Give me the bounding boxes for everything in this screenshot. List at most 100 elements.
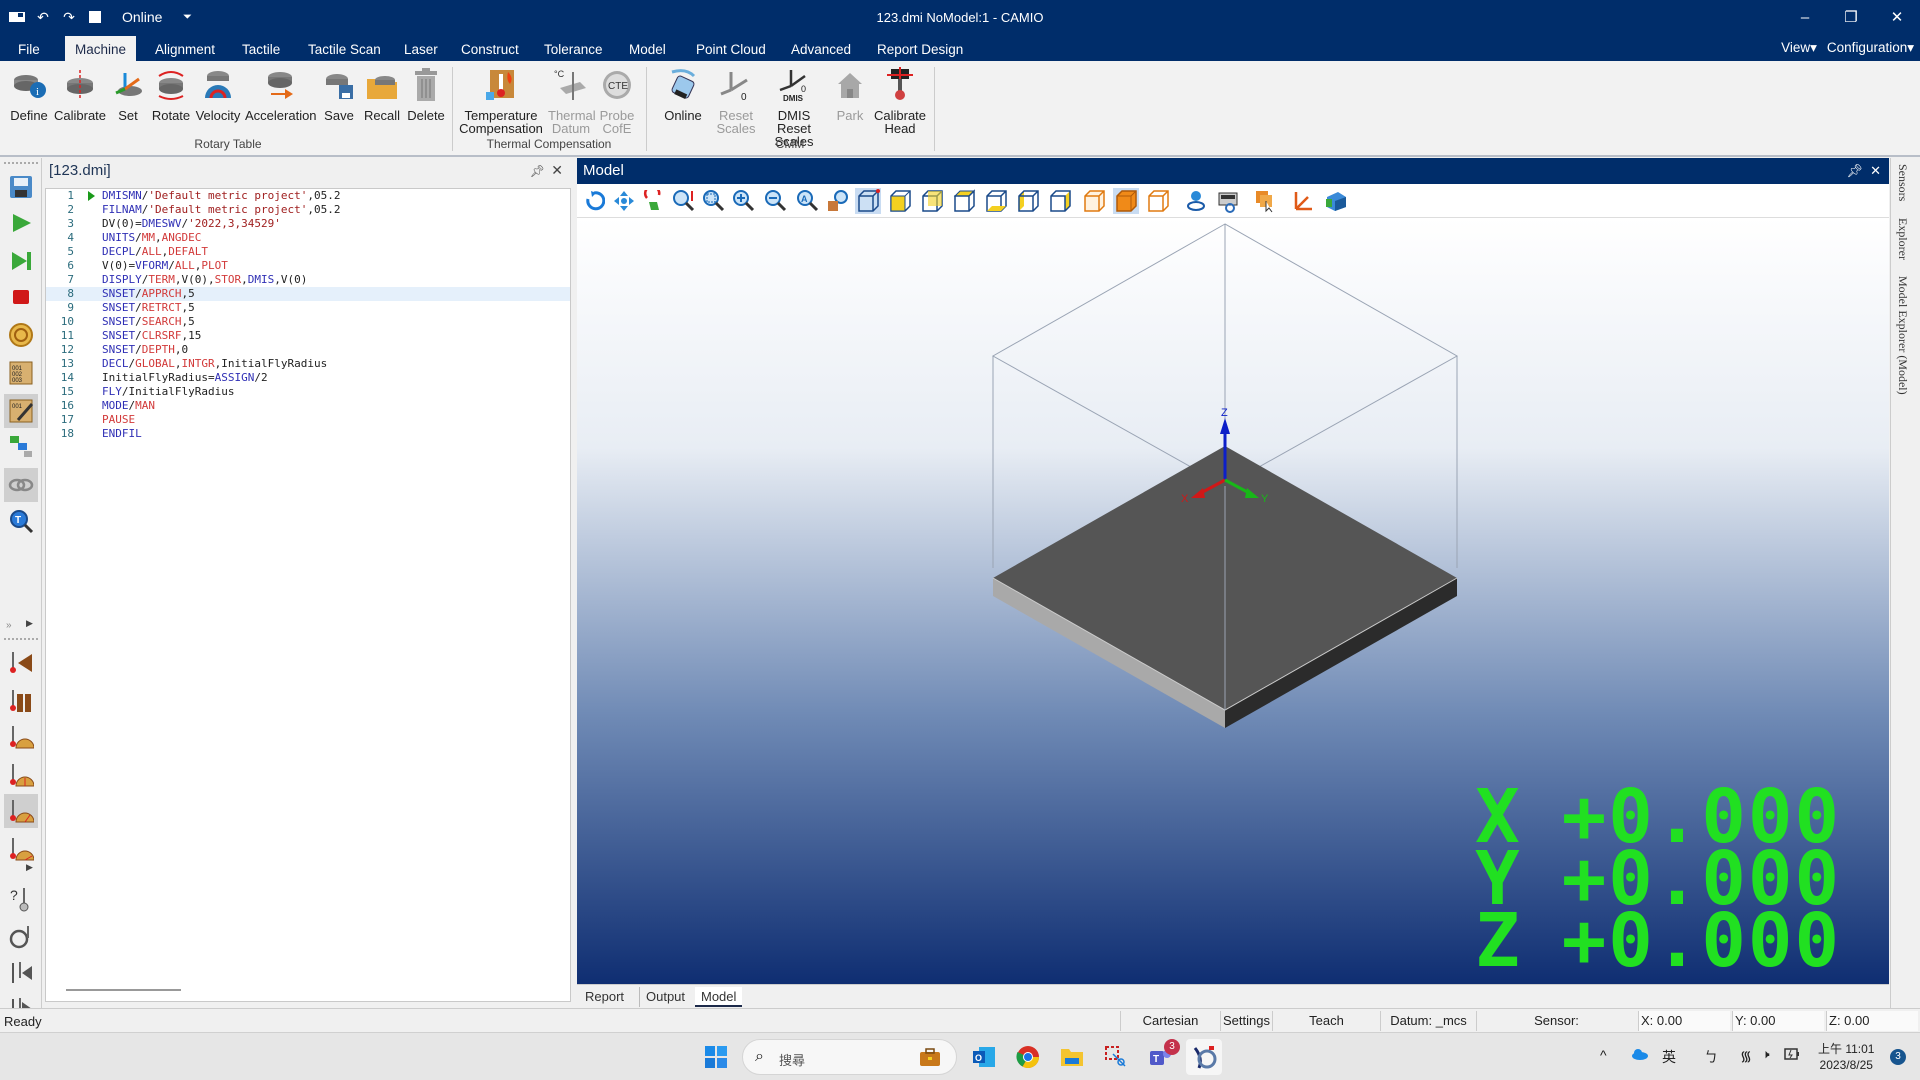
probe-step-back-button[interactable]	[4, 956, 38, 990]
code-line[interactable]: 16 MODE/MAN	[46, 399, 570, 413]
dock-tab-model-explorer[interactable]: Model Explorer (Model)	[1895, 276, 1910, 395]
measure-arc-button-4[interactable]	[4, 832, 38, 866]
run-button[interactable]	[4, 206, 38, 240]
view-back-button[interactable]	[919, 188, 945, 214]
minimize-button[interactable]: –	[1782, 0, 1828, 34]
start-button[interactable]	[698, 1039, 734, 1075]
pin-icon[interactable]: 📌︎	[530, 164, 545, 178]
code-line[interactable]: 9 SNSET/RETRCT,5	[46, 301, 570, 315]
zoom-in-button[interactable]	[731, 188, 757, 214]
snipping-tool-app[interactable]	[1098, 1039, 1134, 1075]
close-button[interactable]: ✕	[1874, 0, 1920, 34]
rotate-view-button[interactable]	[581, 188, 607, 214]
view-iso-button[interactable]	[855, 188, 881, 214]
ime-mode[interactable]: ㄅ	[1704, 1047, 1718, 1067]
park-button[interactable]: Park	[832, 67, 868, 122]
probe-search-button[interactable]: T	[4, 504, 38, 538]
probe-cofe-button[interactable]: CTE Probe CofE	[596, 67, 638, 135]
status-settings[interactable]: Settings	[1220, 1011, 1272, 1031]
dock-tab-explorer[interactable]: Explorer	[1895, 218, 1910, 260]
code-line[interactable]: 2 FILNAM/'Default metric project',05.2	[46, 203, 570, 217]
view-right-button[interactable]	[1047, 188, 1073, 214]
code-line[interactable]: 15 FLY/InitialFlyRadius	[46, 385, 570, 399]
hidden-line-button[interactable]	[1145, 188, 1171, 214]
tab-output[interactable]: Output	[639, 987, 691, 1007]
zoom-window-button[interactable]	[671, 188, 697, 214]
status-datum[interactable]: Datum: _mcs	[1380, 1011, 1476, 1031]
zoom-out-button[interactable]	[763, 188, 789, 214]
measure-arc-button-2[interactable]	[4, 758, 38, 792]
notification-badge[interactable]: 3	[1890, 1049, 1906, 1065]
tab-model-view[interactable]: Model	[695, 987, 743, 1007]
view-front-button[interactable]	[887, 188, 913, 214]
calibrate-button[interactable]: Calibrate	[52, 67, 108, 122]
delete-button[interactable]: Delete	[406, 67, 446, 122]
view-left-button[interactable]	[1015, 188, 1041, 214]
stop-button[interactable]	[4, 280, 38, 314]
toolbar-grip[interactable]	[4, 162, 38, 166]
pan-button[interactable]	[611, 188, 637, 214]
code-line[interactable]: 14 InitialFlyRadius=ASSIGN/2	[46, 371, 570, 385]
thermal-datum-button[interactable]: °C Thermal Datum	[548, 67, 596, 135]
volume-muted-icon[interactable]: 🕨︎	[1762, 1047, 1770, 1062]
zoom-fit-button[interactable]	[701, 188, 727, 214]
file-explorer-app[interactable]	[1054, 1039, 1090, 1075]
tab-tactile-scan[interactable]: Tactile Scan	[298, 36, 391, 61]
wifi-icon[interactable]: ᯾	[1740, 1047, 1752, 1066]
tab-advanced[interactable]: Advanced	[781, 36, 861, 61]
tab-machine[interactable]: Machine	[65, 36, 137, 61]
define-button[interactable]: i Define	[8, 67, 50, 122]
tab-report[interactable]: Report	[579, 987, 630, 1007]
step-button[interactable]	[4, 244, 38, 278]
code-line[interactable]: 6 V(0)=VFORM/ALL,PLOT	[46, 259, 570, 273]
battery-icon[interactable]	[1784, 1047, 1800, 1064]
measure-arc-button-3[interactable]	[4, 794, 38, 828]
code-line[interactable]: 3 DV(0)=DMESWV/'2022,3,34529'	[46, 217, 570, 231]
dmis-reset-scales-button[interactable]: 0 DMIS DMIS Reset Scales	[760, 67, 828, 148]
code-editor[interactable]: 1 DMISMN/'Default metric project',05.2 2 FI…	[45, 188, 571, 1002]
camio-app[interactable]	[1186, 1039, 1222, 1075]
selection-mode-button[interactable]	[1253, 188, 1279, 214]
calibrate-head-button[interactable]: Calibrate Head	[870, 67, 930, 135]
loop-button[interactable]	[4, 318, 38, 352]
zoom-to-selection-button[interactable]	[825, 188, 851, 214]
tab-laser[interactable]: Laser	[394, 36, 448, 61]
online-button[interactable]: Online	[658, 67, 708, 122]
recall-button[interactable]: Recall	[362, 67, 402, 122]
shaded-button[interactable]	[1113, 188, 1139, 214]
toolbar-grip[interactable]	[4, 638, 38, 642]
tab-alignment[interactable]: Alignment	[145, 36, 225, 61]
view-menu[interactable]: View▾	[1781, 36, 1817, 61]
ime-language[interactable]: 英	[1662, 1047, 1676, 1067]
configuration-menu[interactable]: Configuration▾	[1827, 36, 1914, 61]
close-icon[interactable]: ✕	[1870, 163, 1881, 178]
tab-tactile[interactable]: Tactile	[232, 36, 290, 61]
status-sensor[interactable]: Sensor:	[1476, 1011, 1636, 1031]
rotate-button[interactable]: Rotate	[150, 67, 192, 122]
view-top-button[interactable]	[951, 188, 977, 214]
rotate-hand-button[interactable]	[641, 188, 667, 214]
tab-report-design[interactable]: Report Design	[867, 36, 973, 61]
outlook-app[interactable]: O	[966, 1039, 1002, 1075]
code-line[interactable]: 17 PAUSE	[46, 413, 570, 427]
acceleration-button[interactable]: Acceleration	[245, 67, 317, 122]
status-cartesian[interactable]: Cartesian	[1120, 1011, 1220, 1031]
probe-display-button[interactable]	[1183, 188, 1209, 214]
reset-scales-button[interactable]: 0 Reset Scales	[714, 67, 758, 135]
measure-arc-button-1[interactable]	[4, 720, 38, 754]
horizontal-scrollbar[interactable]	[66, 989, 181, 991]
tab-file[interactable]: File	[8, 36, 50, 61]
code-line[interactable]: 5 DECPL/ALL,DEFALT	[46, 245, 570, 259]
toolbar-overflow-icon[interactable]: »	[6, 620, 12, 631]
pin-icon[interactable]: 📌︎	[1846, 163, 1863, 178]
probe-help-button[interactable]: ?	[4, 882, 38, 916]
status-teach[interactable]: Teach	[1272, 1011, 1380, 1031]
zoom-all-button[interactable]: A	[795, 188, 821, 214]
code-line[interactable]: 18 ENDFIL	[46, 427, 570, 441]
save-button[interactable]: Save	[322, 67, 356, 122]
model-display-button[interactable]	[1323, 188, 1349, 214]
edit-program-button[interactable]: 001	[4, 394, 38, 428]
machine-display-button[interactable]	[1217, 188, 1243, 214]
code-line[interactable]: 4 UNITS/MM,ANGDEC	[46, 231, 570, 245]
hierarchy-button[interactable]	[4, 430, 38, 464]
